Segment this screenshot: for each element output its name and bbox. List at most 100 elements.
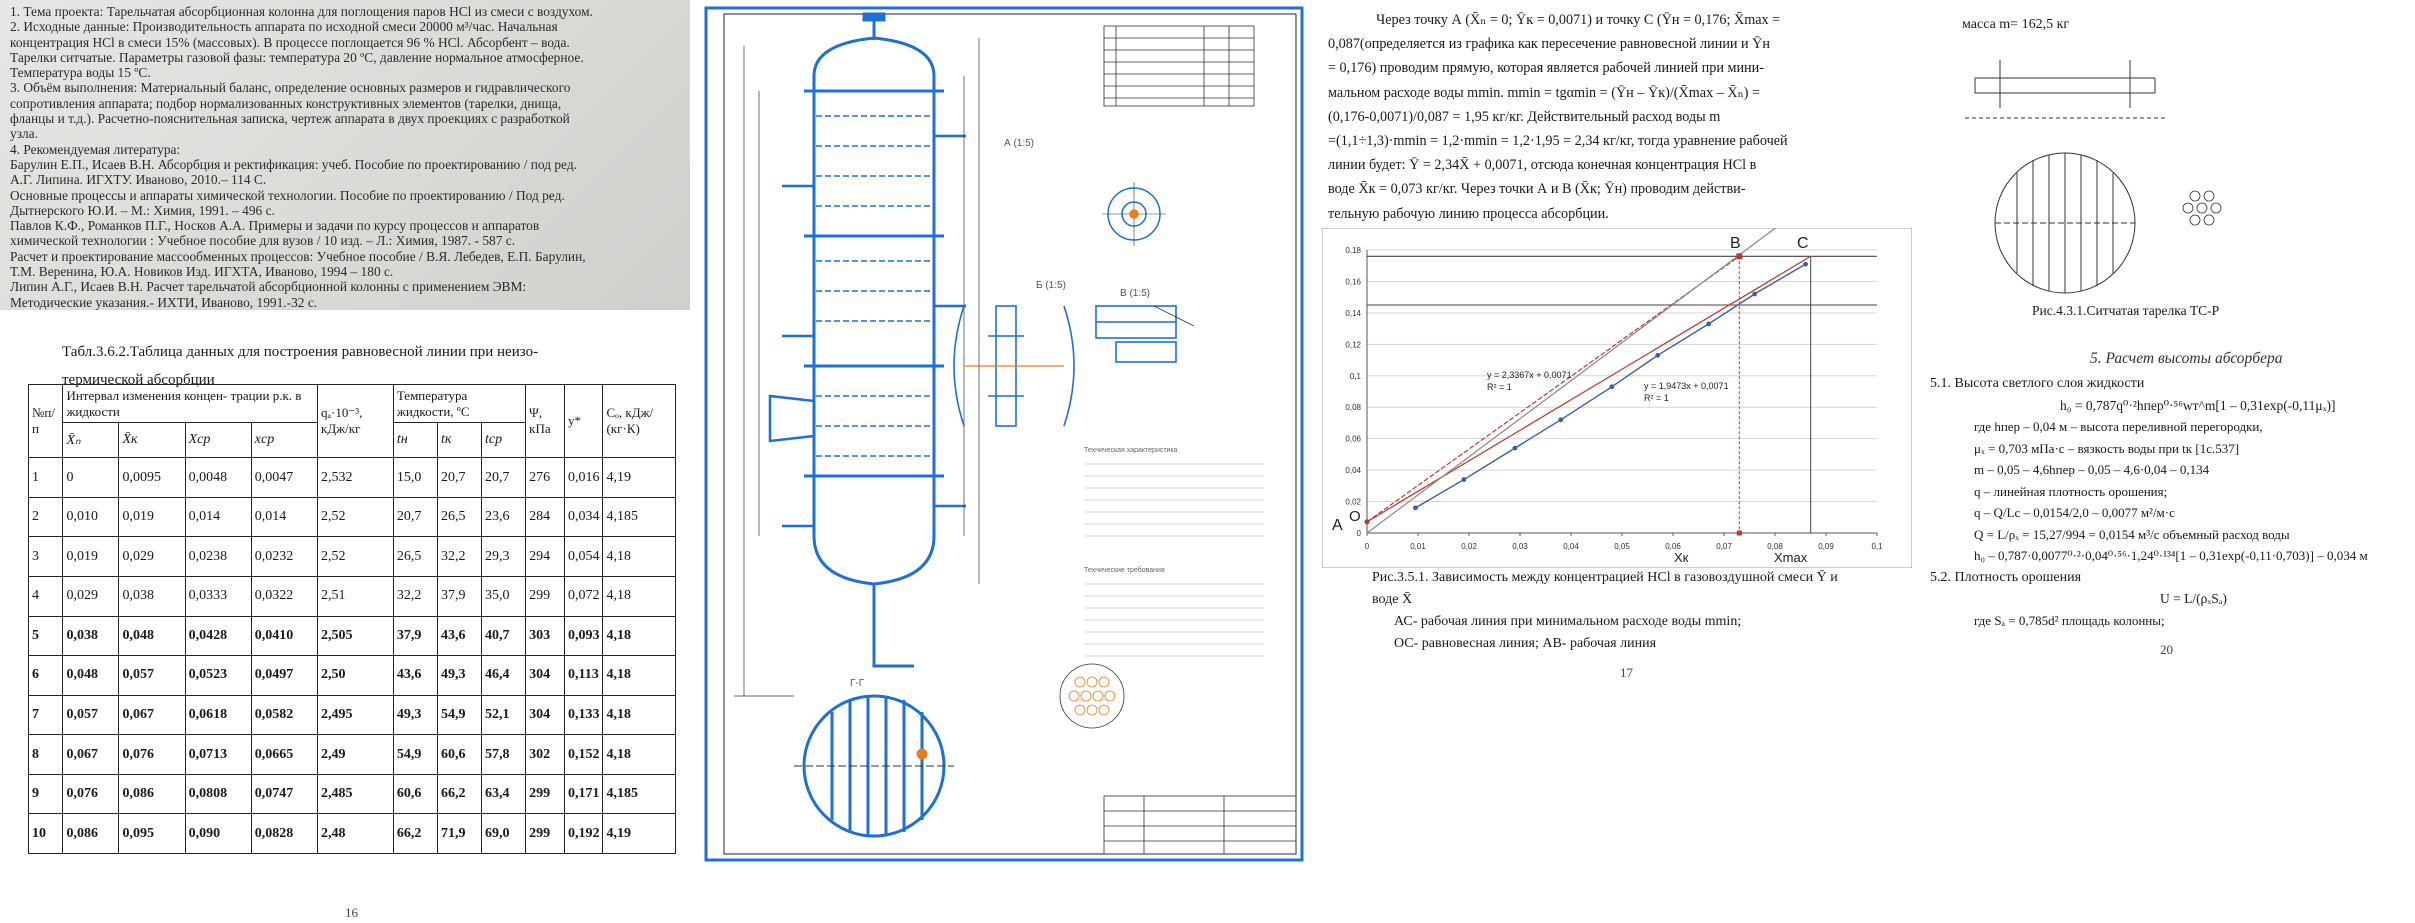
table-cell: 0,0048 xyxy=(184,457,252,498)
subheader-cell: X̄к xyxy=(118,422,186,459)
table-row: 10 0,086 0,095 0,090 0,0828 2,48 66,2 71,9 69,0 2… xyxy=(27,813,676,854)
table-cell: 0,048 xyxy=(62,655,120,696)
table-cell: 0,0322 xyxy=(250,576,319,617)
assignment-line-8: фланцы и т.д.). Расчетно-пояснительная з… xyxy=(10,111,570,127)
equilibrium-point xyxy=(1461,477,1467,482)
table-body: 1 0 0,0095 0,0048 0,0047 2,532 15,0 20,7 20,7 276… xyxy=(27,457,676,854)
calc-line-1: 5.1. Высота светлого слоя жидкости xyxy=(1930,376,2145,391)
table-cell: 4 xyxy=(27,576,64,617)
y-tick-label: 0,08 xyxy=(1345,403,1361,412)
table-cell: 71,9 xyxy=(436,813,483,854)
table-cell: 60,6 xyxy=(436,734,483,775)
assignment-line-7: сопротивления аппарата; подбор нормализо… xyxy=(10,95,562,111)
x-tick-label: 0,07 xyxy=(1716,542,1732,551)
y-tick-label: 0,12 xyxy=(1345,340,1361,349)
table-cell: 29,3 xyxy=(481,536,527,577)
text3-line-8: воде X̄к = 0,073 кг/кг. Через точки А и … xyxy=(1328,181,1746,198)
calc-line-4: μₓ = 0,703 мПа·с – вязкость воды при tк … xyxy=(1974,440,2240,456)
equilibrium-data-table: №п/п Интервал изменения концен- трации р… xyxy=(27,383,676,854)
table-cell: 26,5 xyxy=(436,496,483,538)
table-row: 4 0,029 0,038 0,0333 0,0322 2,51 32,2 37,9 35,0 2… xyxy=(27,576,676,617)
equilibrium-point xyxy=(1609,384,1615,390)
y-tick-label: 0,1 xyxy=(1350,372,1362,381)
table-cell: 3 xyxy=(27,536,64,577)
table-cell: 0,0428 xyxy=(184,615,252,657)
table-cell: 0,0713 xyxy=(184,734,252,775)
table-cell: 2,485 xyxy=(317,773,394,815)
table-cell: 0,067 xyxy=(118,694,186,736)
table-cell: 66,2 xyxy=(392,813,438,854)
assignment-line-17: Расчет и проектирование массообменных пр… xyxy=(10,248,586,264)
chart-caption-line-3: АС- рабочая линия при минимальном расход… xyxy=(1394,614,1742,629)
table-cell: 2,51 xyxy=(317,576,394,617)
table-cell: 0,067 xyxy=(62,734,120,775)
table-cell: 4,19 xyxy=(602,457,676,498)
drawing-svg: А (1:5) Б (1:5) В (1:5) Г-Г Техническая … xyxy=(704,6,1304,862)
table-cell: 15,0 xyxy=(392,457,438,498)
chart-caption-line-4: ОС- равновесная линия; АВ- рабочая линия xyxy=(1394,636,1657,651)
table-cell: 0,095 xyxy=(118,813,186,854)
table-cell: 6 xyxy=(27,655,64,696)
table-cell: 299 xyxy=(525,576,565,617)
table-cell: 0,048 xyxy=(118,615,186,657)
table-row: 8 0,067 0,076 0,0713 0,0665 2,49 54,9 60,6 57,8 3… xyxy=(27,734,676,775)
table-cell: 0,0333 xyxy=(184,576,252,617)
table-cell: 35,0 xyxy=(481,576,527,617)
text3-line-4: мальном расходе воды mmin. mmin = tgαmin… xyxy=(1328,84,1761,101)
y-tick-label: 0,02 xyxy=(1345,498,1361,507)
table-cell: 303 xyxy=(525,615,565,657)
header-psi: Ψ, кПа xyxy=(525,383,565,459)
calc-line-8: Q = L/ρₓ = 15,27/994 = 0,0154 м³/с объем… xyxy=(1974,526,2290,542)
table-cell: 0,113 xyxy=(563,655,604,696)
table-cell: 20,7 xyxy=(481,457,527,498)
assignment-line-1: 1. Тема проекта: Тарельчатая абсорбционн… xyxy=(10,4,593,19)
table-cell: 0 xyxy=(62,457,120,498)
x-label-xmax: Xmax xyxy=(1774,550,1808,565)
tray-hole-detail xyxy=(2182,190,2222,226)
table-cell: 0,0095 xyxy=(118,457,186,498)
table-cell: 0,0808 xyxy=(184,773,252,815)
view-label-b: Б (1:5) xyxy=(1036,280,1066,291)
table-cell: 2,532 xyxy=(317,457,394,498)
table-cell: 0,086 xyxy=(62,813,120,854)
calc-line-11: U = L/(ρₓSₐ) xyxy=(2160,591,2227,606)
equilibrium-point xyxy=(1512,445,1518,451)
x-tick-label: 0,1 xyxy=(1871,542,1883,551)
assignment-line-16: химической технологии : Учебное пособие … xyxy=(10,233,516,249)
calc-line-12: где Sₐ = 0,785d² площадь колонны; xyxy=(1974,612,2165,628)
chart-caption: Рис.3.5.1. Зависимость между концентраци… xyxy=(1372,567,1912,655)
table-cell: 0,072 xyxy=(563,576,604,617)
assignment-line-14: Дытнерского Ю.И. – М.: Химия, 1991. – 49… xyxy=(10,202,275,218)
subheader-cell: tк xyxy=(436,422,483,459)
equilibrium-point xyxy=(1752,291,1757,297)
table-cell: 1 xyxy=(27,457,64,498)
table-cell: 0,014 xyxy=(250,496,319,538)
tray-mass-label: масса m= 162,5 кг xyxy=(1962,17,2070,32)
table-cell: 0,014 xyxy=(184,496,252,538)
table-cell: 304 xyxy=(525,655,565,696)
table-cell: 299 xyxy=(525,813,565,854)
table-cell: 4,18 xyxy=(602,536,676,577)
table-cell: 8 xyxy=(27,734,64,775)
table-cell: 2,505 xyxy=(317,615,394,657)
assignment-line-4: Тарелки ситчатые. Параметры газовой фазы… xyxy=(10,49,584,65)
section-title: 5. Расчет высоты абсорбера xyxy=(2090,350,2283,367)
calc-line-9: h₀ – 0,787·0,0077⁰·²·0,04⁰·⁵⁶·1,24⁰·¹³⁴[… xyxy=(1974,548,2368,563)
y-tick-label: 0 xyxy=(1357,529,1362,538)
table-cell: 0,0047 xyxy=(250,457,319,498)
column-assembly-drawing: А (1:5) Б (1:5) В (1:5) Г-Г Техническая … xyxy=(704,6,1304,862)
header-temperature: Температура жидкости, ºС xyxy=(392,383,527,424)
view-label-v: В (1:5) xyxy=(1120,288,1150,299)
assignment-line-11: Барулин Е.П., Исаев В.Н. Абсорбция и рек… xyxy=(10,156,577,172)
assignment-line-5: Температура воды 15 ºС. xyxy=(10,65,151,81)
table-cell: 32,2 xyxy=(436,536,483,577)
calc-line-10: 5.2. Плотность орошения xyxy=(1930,569,2082,585)
annotation-eq-lower: y = 1,9473x + 0,0071 xyxy=(1644,381,1729,391)
table-cell: 2,52 xyxy=(317,496,394,538)
table-cell: 0,0618 xyxy=(184,694,252,736)
chart-caption-line-1: Рис.3.5.1. Зависимость между концентраци… xyxy=(1372,570,1838,585)
y-tick-label: 0,18 xyxy=(1345,246,1361,255)
table-cell: 60,6 xyxy=(392,773,438,815)
assignment-line-6: 3. Объём выполнения: Материальный баланс… xyxy=(10,80,571,96)
assignment-text-photo: 1. Тема проекта: Тарельчатая абсорбционн… xyxy=(0,0,690,310)
